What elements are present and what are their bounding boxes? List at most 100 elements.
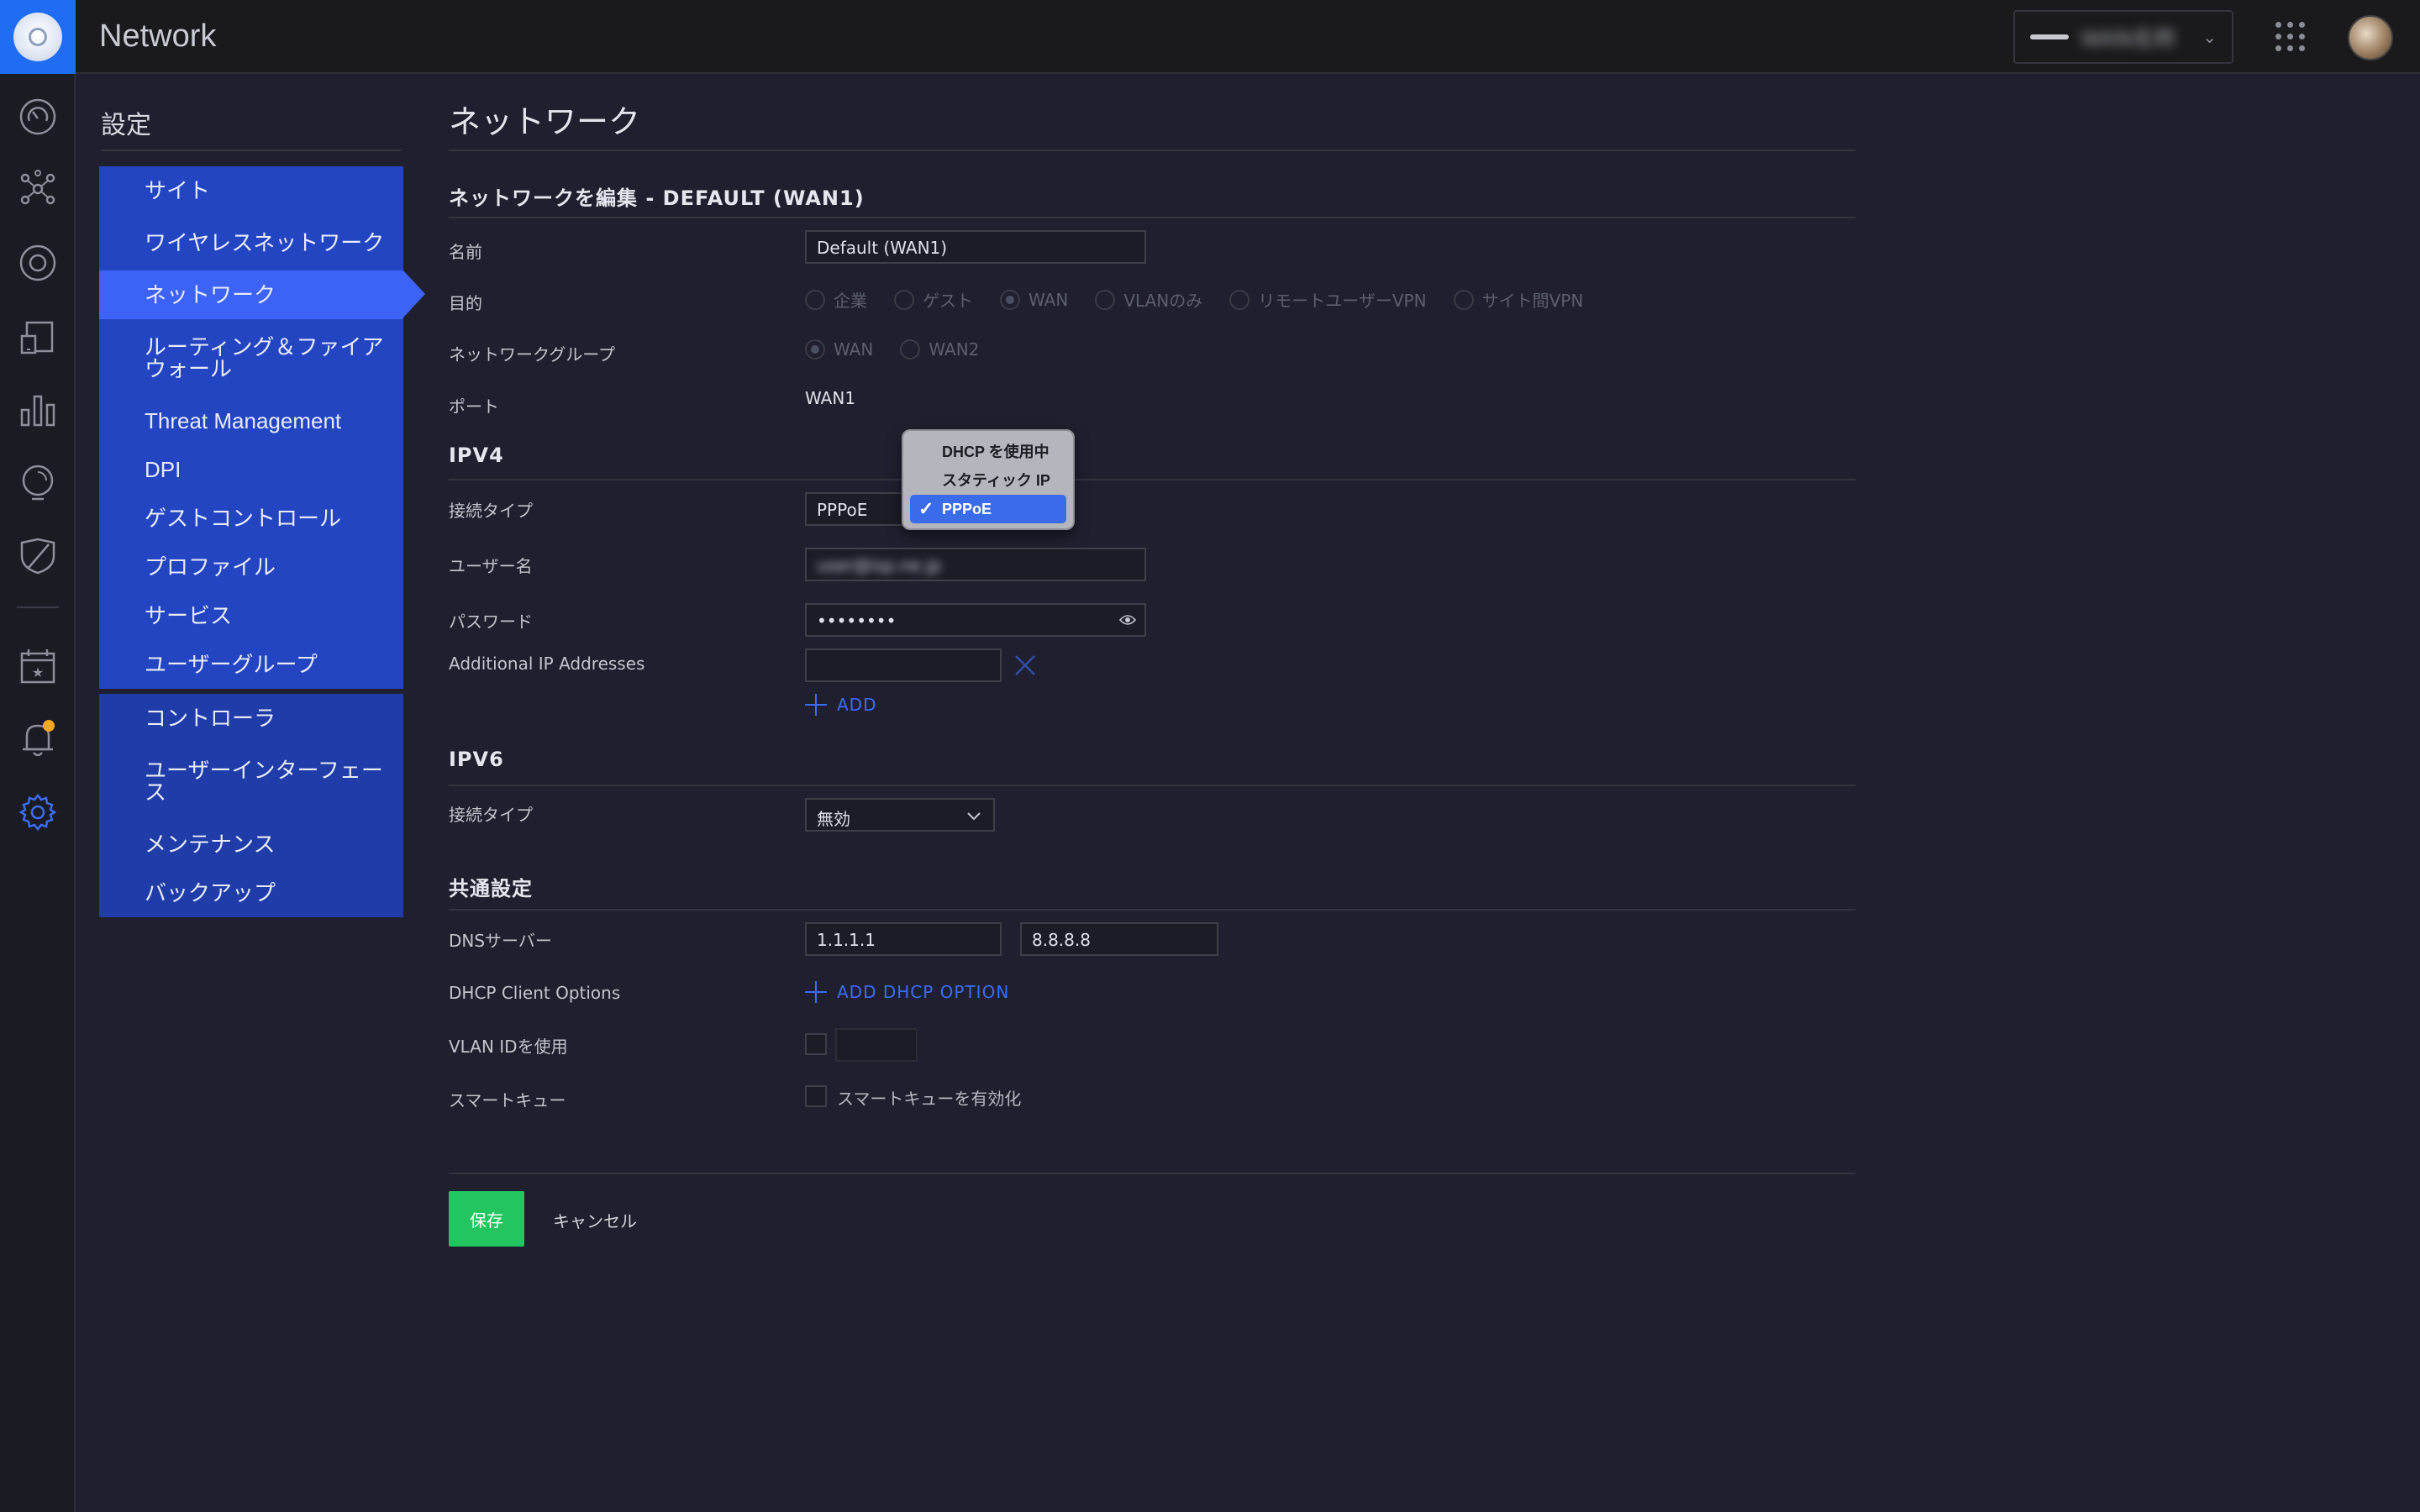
- menu-item-services[interactable]: サービス: [99, 591, 403, 640]
- purpose-option-label: WAN: [1028, 289, 1069, 310]
- unifi-logo-icon: [13, 13, 62, 61]
- purpose-option-label: ゲスト: [923, 291, 973, 311]
- bell-icon[interactable]: [17, 717, 59, 759]
- purpose-radio-group: 企業 ゲスト WAN VLANのみ リモートユーザーVPN サイト間VPN: [805, 287, 1583, 312]
- divider: [449, 217, 1855, 218]
- menu-item-controller[interactable]: コントローラ: [99, 694, 403, 743]
- clients-icon[interactable]: [17, 316, 59, 358]
- svg-text:★: ★: [32, 664, 44, 680]
- group-radio-wan2[interactable]: [900, 339, 921, 360]
- settings-title: 設定: [101, 111, 151, 140]
- calendar-icon[interactable]: ★: [17, 645, 59, 687]
- purpose-radio-site-vpn[interactable]: [1453, 289, 1474, 310]
- menu-item-backup[interactable]: バックアップ: [99, 869, 403, 917]
- ipv6-connection-type-select[interactable]: 無効: [805, 798, 995, 832]
- smart-queue-label: スマートキュー: [449, 1090, 566, 1110]
- add-ip-button[interactable]: ADD: [805, 694, 876, 716]
- purpose-option-label: リモートユーザーVPN: [1258, 291, 1427, 311]
- menu-item-user-interface[interactable]: ユーザーインターフェース: [99, 743, 403, 820]
- device-icon: [2030, 34, 2069, 39]
- group-option-label: WAN: [834, 339, 874, 360]
- site-selector[interactable]: WAN名称 ⌄: [2013, 10, 2233, 64]
- eye-icon[interactable]: [1119, 613, 1136, 627]
- app-title: Network: [99, 18, 217, 54]
- cancel-button[interactable]: キャンセル: [553, 1208, 637, 1232]
- additional-ip-input[interactable]: [805, 648, 1002, 682]
- divider: [449, 479, 1855, 480]
- settings-menu: サイト ワイヤレスネットワーク ネットワーク ルーティング＆ファイアウォール T…: [99, 166, 403, 917]
- dropdown-option-static-ip[interactable]: スタティック IP: [910, 466, 1066, 495]
- smart-queue-checkbox[interactable]: [805, 1085, 827, 1107]
- password-value: ••••••••: [817, 611, 897, 631]
- add-ip-label: ADD: [837, 695, 877, 715]
- menu-item-threat-management[interactable]: Threat Management: [99, 396, 403, 445]
- menu-item-guest-control[interactable]: ゲストコントロール: [99, 494, 403, 543]
- dns-server-1-input[interactable]: 1.1.1.1: [805, 922, 1002, 956]
- topology-icon[interactable]: [17, 168, 59, 210]
- menu-item-routing-firewall[interactable]: ルーティング＆ファイアウォール: [99, 319, 403, 396]
- username-label: ユーザー名: [449, 556, 533, 576]
- main-content: ネットワーク ネットワークを編集 - DEFAULT (WAN1) 名前 Def…: [449, 0, 1857, 1512]
- settings-menu-group: サイト ワイヤレスネットワーク ネットワーク ルーティング＆ファイアウォール T…: [99, 166, 403, 689]
- divider: [449, 909, 1855, 911]
- unifi-logo-button[interactable]: [0, 0, 76, 74]
- icon-rail: ★: [0, 74, 76, 1512]
- apps-grid-icon[interactable]: [2275, 22, 2306, 52]
- ipv6-title: IPV6: [449, 748, 504, 771]
- plus-icon: [805, 981, 827, 1003]
- divider: [101, 150, 402, 151]
- purpose-option-label: 企業: [834, 291, 867, 311]
- dropdown-option-pppoe[interactable]: PPPoE: [910, 495, 1066, 523]
- statistics-icon[interactable]: [17, 388, 59, 430]
- close-icon[interactable]: [1013, 654, 1037, 677]
- menu-item-wireless[interactable]: ワイヤレスネットワーク: [99, 215, 403, 270]
- vlan-id-input[interactable]: [835, 1028, 918, 1062]
- menu-item-dpi[interactable]: DPI: [99, 445, 403, 494]
- group-radio-wan[interactable]: [805, 339, 825, 360]
- vlan-id-checkbox[interactable]: [805, 1033, 827, 1055]
- connection-type-dropdown: DHCP を使用中 スタティック IP PPPoE: [902, 429, 1075, 530]
- save-button[interactable]: 保存: [449, 1191, 524, 1247]
- chevron-down-icon: ⌄: [2202, 27, 2217, 47]
- menu-item-networks[interactable]: ネットワーク: [99, 270, 403, 319]
- purpose-radio-remote-vpn[interactable]: [1229, 289, 1250, 310]
- ipv6-connection-type-value: 無効: [817, 809, 850, 829]
- username-value: user@isp.ne.jp: [817, 555, 942, 575]
- rail-divider: [17, 606, 59, 608]
- additional-ip-label: Additional IP Addresses: [449, 654, 645, 674]
- purpose-radio-vlan-only[interactable]: [1095, 289, 1116, 310]
- purpose-option-label: サイト間VPN: [1481, 291, 1584, 311]
- purpose-radio-corporate[interactable]: [805, 289, 825, 310]
- dropdown-option-dhcp[interactable]: DHCP を使用中: [910, 438, 1066, 466]
- add-dhcp-option-button[interactable]: ADD DHCP OPTION: [805, 981, 1009, 1003]
- password-input[interactable]: ••••••••: [805, 603, 1146, 637]
- ipv4-title: IPV4: [449, 444, 504, 467]
- vlan-id-label: VLAN IDを使用: [449, 1037, 568, 1057]
- purpose-label: 目的: [449, 293, 482, 313]
- page-title: ネットワーク: [449, 103, 641, 140]
- group-option-label: WAN2: [929, 339, 980, 360]
- purpose-radio-guest[interactable]: [894, 289, 914, 310]
- chevron-down-icon: [967, 812, 981, 821]
- dashboard-icon[interactable]: [17, 96, 59, 138]
- menu-item-site[interactable]: サイト: [99, 166, 403, 215]
- menu-item-maintenance[interactable]: メンテナンス: [99, 820, 403, 869]
- username-input[interactable]: user@isp.ne.jp: [805, 548, 1146, 581]
- menu-item-user-groups[interactable]: ユーザーグループ: [99, 640, 403, 689]
- ipv4-connection-type-label: 接続タイプ: [449, 501, 533, 521]
- common-settings-title: 共通設定: [449, 877, 533, 900]
- purpose-option-label: VLANのみ: [1123, 291, 1203, 311]
- menu-item-profiles[interactable]: プロファイル: [99, 543, 403, 591]
- insights-icon[interactable]: [17, 462, 59, 504]
- dns-server-2-input[interactable]: 8.8.8.8: [1020, 922, 1218, 956]
- purpose-radio-wan[interactable]: [1000, 289, 1020, 310]
- avatar[interactable]: [2348, 15, 2393, 60]
- devices-icon[interactable]: [17, 242, 59, 284]
- gear-icon[interactable]: [17, 791, 59, 833]
- name-label: 名前: [449, 242, 482, 262]
- name-input[interactable]: Default (WAN1): [805, 230, 1146, 264]
- network-group-label: ネットワークグループ: [449, 344, 615, 365]
- port-label: ポート: [449, 396, 499, 417]
- site-name: WAN名称: [2081, 26, 2176, 52]
- shield-icon[interactable]: [17, 534, 59, 576]
